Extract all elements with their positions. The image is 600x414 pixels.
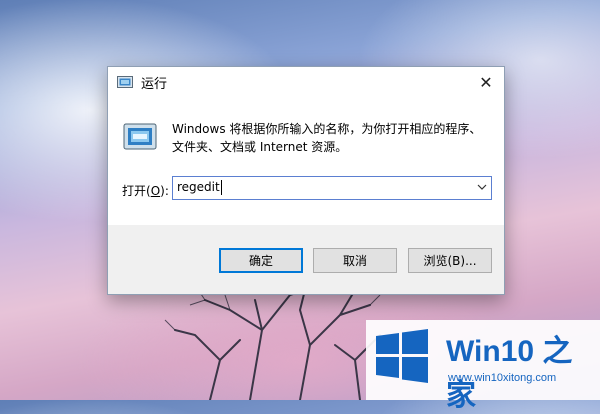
watermark: Win10 之家 www.win10xitong.com	[366, 320, 600, 412]
title-bar[interactable]: 运行 ✕	[108, 67, 504, 97]
run-icon	[117, 76, 133, 88]
chevron-down-icon[interactable]	[477, 182, 487, 192]
text-caret	[221, 180, 222, 195]
browse-button[interactable]: 浏览(B)...	[408, 248, 492, 273]
close-button[interactable]: ✕	[468, 67, 504, 97]
watermark-url: www.win10xitong.com	[448, 372, 557, 384]
run-icon	[123, 123, 157, 150]
open-label: 打开(O):	[122, 184, 169, 198]
run-dialog: 运行 ✕ Windows 将根据你所输入的名称，为你打开相应的程序、文件夹、文档…	[107, 66, 505, 295]
cancel-button[interactable]: 取消	[313, 248, 397, 273]
windows-logo-icon	[376, 329, 428, 383]
dialog-title: 运行	[141, 77, 168, 92]
command-value: regedit	[177, 180, 220, 194]
close-icon: ✕	[479, 72, 493, 92]
description-text: Windows 将根据你所输入的名称，为你打开相应的程序、文件夹、文档或 Int…	[172, 122, 482, 154]
command-input[interactable]: regedit	[172, 176, 492, 200]
watermark-title: Win10 之家	[446, 335, 573, 412]
ok-button[interactable]: 确定	[219, 248, 303, 273]
